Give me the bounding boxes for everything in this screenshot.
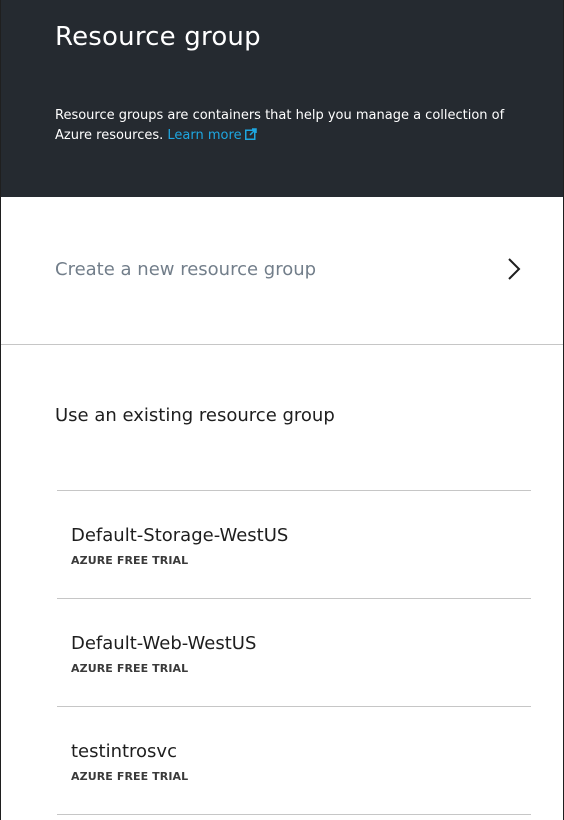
subscription-label: AZURE FREE TRIAL	[71, 554, 189, 567]
chevron-right-icon	[508, 258, 521, 280]
resource-group-name: Default-Web-WestUS	[71, 633, 257, 654]
create-new-resource-group-button[interactable]: Create a new resource group	[1, 197, 563, 345]
resource-group-item[interactable]: Default-Web-WestUS AZURE FREE TRIAL	[57, 599, 531, 707]
subscription-label: AZURE FREE TRIAL	[71, 662, 189, 675]
resource-group-name: testintrosvc	[71, 741, 177, 762]
resource-group-item[interactable]: Default-Storage-WestUS AZURE FREE TRIAL	[57, 491, 531, 599]
existing-resource-group-heading: Use an existing resource group	[55, 405, 335, 426]
description-text: Resource groups are containers that help…	[55, 108, 505, 143]
page-title: Resource group	[55, 22, 261, 52]
resource-group-item[interactable]: testintrosvc AZURE FREE TRIAL	[57, 707, 531, 815]
subscription-label: AZURE FREE TRIAL	[71, 770, 189, 783]
learn-more-label: Learn more	[167, 128, 242, 143]
blade-header: Resource group Resource groups are conta…	[1, 0, 563, 197]
resource-group-name: Default-Storage-WestUS	[71, 525, 289, 546]
header-description: Resource groups are containers that help…	[55, 106, 535, 146]
create-new-label: Create a new resource group	[55, 259, 317, 280]
resource-group-list: Default-Storage-WestUS AZURE FREE TRIAL …	[57, 490, 531, 815]
learn-more-link[interactable]: Learn more	[167, 128, 257, 143]
resource-group-blade: Resource group Resource groups are conta…	[0, 0, 564, 820]
external-link-icon	[244, 128, 257, 140]
